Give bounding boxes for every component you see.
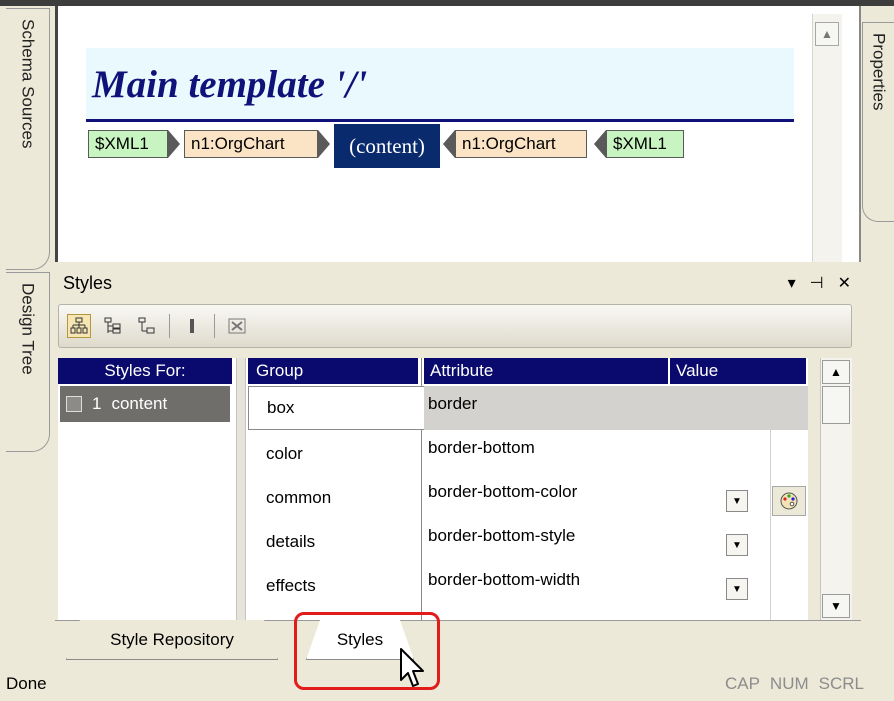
main-template-title[interactable]: Main template '/' — [92, 62, 367, 107]
group-item-box[interactable]: box — [248, 386, 424, 430]
attribute-border-bottom-width[interactable]: border-bottom-width — [428, 564, 580, 608]
style-dropdown-button[interactable]: ▼ — [726, 534, 748, 556]
scroll-up-arrow-icon: ▲ — [830, 365, 842, 379]
orgchart-start-tag[interactable]: n1:OrgChart — [184, 130, 318, 158]
bar-icon[interactable] — [180, 314, 204, 338]
expand-all-icon[interactable] — [101, 314, 125, 338]
status-text: Done — [6, 673, 47, 693]
tab-style-repository[interactable]: Style Repository — [66, 620, 278, 660]
scroll-up-button[interactable]: ▲ — [822, 360, 850, 384]
attribute-border[interactable]: border — [428, 388, 477, 432]
num-indicator: NUM — [769, 673, 809, 693]
group-item-effects[interactable]: effects — [248, 564, 422, 608]
styles-panel-header: Styles ▾ ⊣ ✕ — [55, 264, 861, 302]
reset-styles-icon[interactable] — [225, 314, 249, 338]
cap-indicator: CAP — [724, 673, 760, 693]
tag-arrow-icon — [594, 130, 606, 158]
row-checkbox[interactable] — [66, 396, 82, 412]
width-dropdown-button[interactable]: ▼ — [726, 578, 748, 600]
xml-end-tag[interactable]: $XML1 — [606, 130, 684, 158]
attribute-border-bottom-style[interactable]: border-bottom-style — [428, 520, 575, 564]
row-label: content — [111, 394, 168, 413]
dropdown-arrow-icon: ▼ — [732, 495, 742, 507]
column-splitter[interactable] — [236, 358, 246, 620]
selected-attribute-row[interactable] — [422, 386, 808, 430]
collapse-all-icon[interactable] — [135, 314, 159, 338]
dropdown-arrow-icon: ▼ — [732, 583, 742, 595]
tag-arrow-icon — [168, 130, 180, 158]
status-bar: Done CAP NUM SCRL — [0, 666, 894, 701]
tree-view-icon[interactable] — [67, 314, 91, 338]
attribute-border-bottom[interactable]: border-bottom — [428, 432, 535, 476]
attribute-border-bottom-color[interactable]: border-bottom-color — [428, 476, 577, 520]
design-tree-tab[interactable]: Design Tree — [6, 272, 50, 452]
title-underline — [86, 119, 794, 122]
content-placeholder[interactable]: (content) — [334, 124, 440, 168]
row-index: 1 — [92, 394, 102, 413]
palette-icon — [780, 492, 798, 510]
panel-menu-icon[interactable]: ▾ — [788, 273, 796, 293]
toolbar-separator — [214, 314, 215, 338]
scroll-down-button[interactable]: ▼ — [822, 594, 850, 618]
orgchart-end-tag[interactable]: n1:OrgChart — [455, 130, 587, 158]
scroll-up-arrow-icon: ▲ — [821, 27, 833, 41]
panel-controls: ▾ ⊣ ✕ — [788, 273, 851, 293]
value-header: Value — [670, 358, 806, 384]
value-side-column — [770, 430, 808, 620]
group-item-details[interactable]: details — [248, 520, 422, 564]
design-scroll-up-button[interactable]: ▲ — [815, 22, 839, 46]
styles-for-row[interactable]: 1 content — [60, 386, 230, 422]
group-item-color[interactable]: color — [248, 432, 422, 476]
color-picker-button[interactable] — [772, 486, 806, 516]
tag-arrow-icon — [443, 130, 455, 158]
properties-label: Properties — [869, 33, 889, 111]
dropdown-arrow-icon: ▼ — [732, 539, 742, 551]
attribute-header: Attribute — [424, 358, 668, 384]
scroll-down-arrow-icon: ▼ — [830, 599, 842, 613]
design-scrollbar[interactable] — [812, 14, 842, 262]
status-indicators: CAP NUM SCRL — [725, 674, 864, 694]
properties-tab[interactable]: Properties — [862, 22, 894, 222]
color-dropdown-button[interactable]: ▼ — [726, 490, 748, 512]
group-item-common[interactable]: common — [248, 476, 422, 520]
xml-start-tag[interactable]: $XML1 — [88, 130, 168, 158]
close-icon[interactable]: ✕ — [838, 273, 851, 293]
styles-panel-title: Styles — [63, 272, 113, 293]
group-header: Group — [248, 358, 418, 384]
scrl-indicator: SCRL — [818, 673, 864, 693]
tag-arrow-icon — [318, 130, 330, 158]
toolbar-separator — [169, 314, 170, 338]
styles-toolbar — [58, 304, 852, 348]
scroll-thumb[interactable] — [822, 386, 850, 424]
pin-icon[interactable]: ⊣ — [810, 273, 824, 293]
design-tree-label: Design Tree — [18, 283, 38, 375]
styles-for-header: Styles For: — [58, 358, 232, 384]
schema-sources-label: Schema Sources — [18, 19, 38, 149]
schema-sources-tab[interactable]: Schema Sources — [6, 8, 50, 270]
